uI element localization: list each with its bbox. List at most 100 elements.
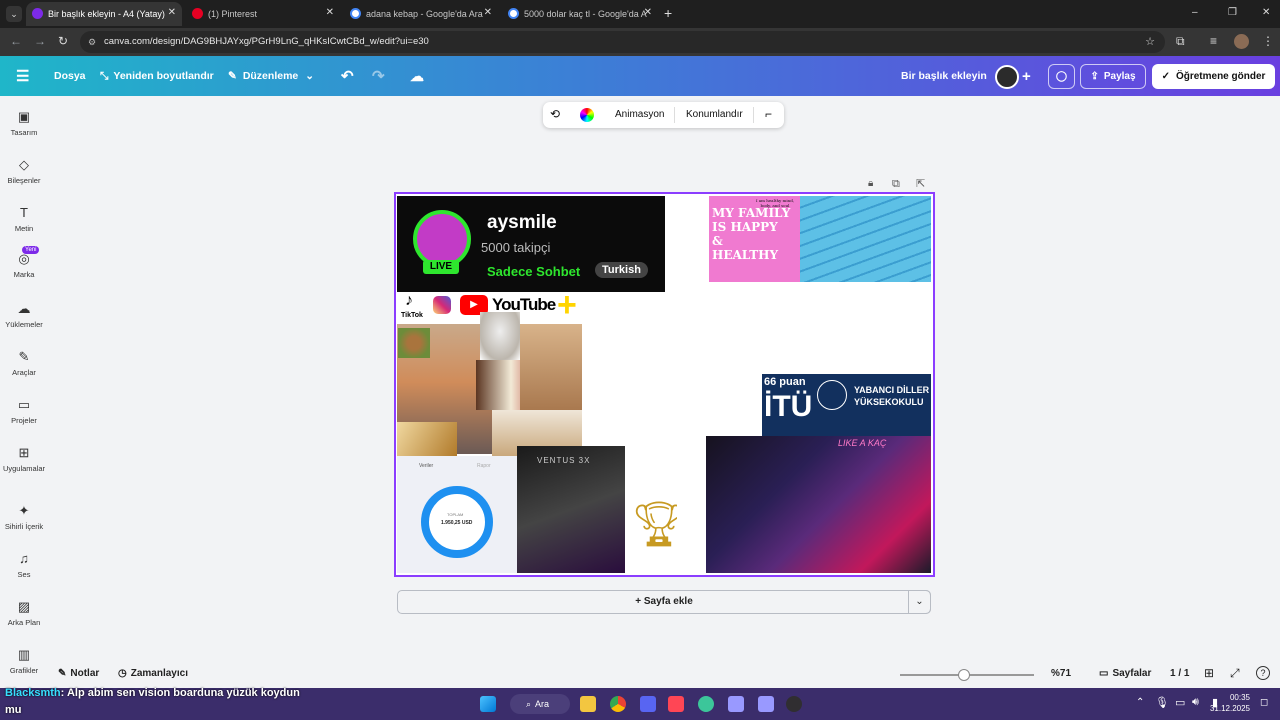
finance-dashboard-image[interactable]: Veriler Rapor TOPLAM 1.950,25 USD xyxy=(397,456,517,573)
help-icon[interactable]: ? xyxy=(1256,666,1270,680)
discord-icon[interactable] xyxy=(640,696,656,712)
notes-button[interactable]: ✎ Notlar xyxy=(58,668,99,679)
rail-item-uygulamalar[interactable]: ⊞ Uygulamalar xyxy=(0,446,48,474)
rail-item-marka[interactable]: ◎ Marka Yeni xyxy=(0,246,48,279)
rail-item-projeler[interactable]: ▭ Projeler xyxy=(0,398,48,426)
file-explorer-icon[interactable] xyxy=(580,696,596,712)
tab-google-1[interactable]: adana kebap - Google'da Ara ✕ xyxy=(344,2,498,26)
resize-button[interactable]: ⤡ Yeniden boyutlandır xyxy=(100,56,214,96)
new-tab-button[interactable]: + xyxy=(664,5,672,21)
app-icon[interactable] xyxy=(698,696,714,712)
notification-icon[interactable]: ◻ xyxy=(1260,697,1268,708)
lock-page-icon[interactable]: 🔒︎ xyxy=(868,178,873,189)
clock[interactable]: 00:35 31.12.2025 xyxy=(1204,692,1250,714)
undo-icon[interactable]: ↶ xyxy=(341,56,354,96)
premiere-icon[interactable] xyxy=(728,696,744,712)
profile-card-image[interactable]: LIVE aysmile 5000 takipçi Sadece Sohbet … xyxy=(397,196,665,292)
volume-icon[interactable]: 🔊︎ xyxy=(1192,696,1199,709)
rail-item-araçlar[interactable]: ✎ Araçlar xyxy=(0,350,48,378)
collaborator-avatar[interactable] xyxy=(995,65,1019,89)
close-tab-icon[interactable]: ✕ xyxy=(326,7,334,18)
duplicate-page-icon[interactable]: ⧉ xyxy=(892,178,900,191)
rail-item-sihirli-i̇çerik[interactable]: ✦ Sihirli İçerik xyxy=(0,503,48,532)
rail-item-metin[interactable]: T Metin xyxy=(0,206,48,234)
edit-mode-button[interactable]: ✎ Düzenleme ⌄ xyxy=(228,56,314,96)
zoom-slider[interactable] xyxy=(900,669,1034,681)
grid-view-icon[interactable]: ⊞ xyxy=(1204,666,1214,680)
rail-item-yüklemeler[interactable]: ☁ Yüklemeler xyxy=(0,302,48,330)
family-affirmation-image[interactable]: I am healthy mind, body, and soul MY FAM… xyxy=(709,196,800,282)
browser-menu-icon[interactable]: ⋮ xyxy=(1262,34,1274,48)
redo-icon[interactable]: ↷ xyxy=(372,56,385,96)
gpu-photo[interactable]: VENTUS 3X xyxy=(517,446,625,573)
tab-google-2[interactable]: 5000 dolar kaç tl - Google'da A ✕ xyxy=(502,2,658,26)
timer-button[interactable]: ◷ Zamanlayıcı xyxy=(118,668,188,679)
rail-item-tasarım[interactable]: ▣ Tasarım xyxy=(0,110,48,138)
menu-icon[interactable]: ☰ xyxy=(16,56,29,96)
cloud-save-icon[interactable]: ☁ xyxy=(410,56,424,96)
close-tab-icon[interactable]: ✕ xyxy=(168,7,176,18)
add-page-button[interactable]: + Sayfa ekle xyxy=(397,590,931,614)
rail-item-ses[interactable]: ♫ Ses xyxy=(0,552,48,580)
live-badge: LIVE xyxy=(423,260,459,274)
background-icon: ▨ xyxy=(17,599,31,614)
windows-start-icon[interactable] xyxy=(480,696,496,712)
reading-list-icon[interactable]: ≡ xyxy=(1210,34,1217,48)
swimming-pool-photo[interactable] xyxy=(800,196,931,282)
resize-icon: ⤡ xyxy=(100,69,109,82)
zoom-value[interactable]: %71 xyxy=(1051,668,1071,679)
minimize-button[interactable]: – xyxy=(1192,7,1198,18)
design-page[interactable]: LIVE aysmile 5000 takipçi Sadece Sohbet … xyxy=(394,192,935,577)
back-icon[interactable]: ← xyxy=(10,34,22,48)
send-to-teacher-button[interactable]: ✓ Öğretmene gönder xyxy=(1152,64,1275,89)
color-wheel-icon[interactable] xyxy=(580,108,594,122)
rail-item-grafikler[interactable]: ▥ Grafikler xyxy=(0,648,48,676)
tab-search-button[interactable]: ⌄ xyxy=(6,6,22,22)
network-icon[interactable]: ▭ xyxy=(1175,696,1185,709)
extensions-icon[interactable]: ⧉ xyxy=(1176,34,1185,49)
fullscreen-icon[interactable]: ⤢ xyxy=(1230,666,1240,681)
maximize-button[interactable]: ❐ xyxy=(1228,7,1237,18)
rail-item-arka-plan[interactable]: ▨ Arka Plan xyxy=(0,599,48,628)
dog-photo[interactable] xyxy=(480,312,520,360)
close-tab-icon[interactable]: ✕ xyxy=(484,7,492,18)
bookmark-star-icon[interactable]: ☆ xyxy=(1145,31,1155,53)
pages-button[interactable]: ▭ Sayfalar xyxy=(1099,668,1151,679)
add-page-options-icon[interactable]: ⌄ xyxy=(908,590,931,614)
reload-icon[interactable]: ↻ xyxy=(58,34,68,48)
taskbar-search[interactable]: ⌕ Ara xyxy=(510,694,570,714)
add-collaborator-icon[interactable]: + xyxy=(1022,56,1031,96)
nuts-photo[interactable] xyxy=(398,328,430,358)
magic-icon: ✦ xyxy=(18,503,30,518)
pastry-photo[interactable] xyxy=(397,422,457,456)
close-window-button[interactable]: ✕ xyxy=(1262,7,1270,18)
position-button[interactable]: Konumlandır xyxy=(686,109,743,120)
concert-collage-photo[interactable]: LIKE A KAÇ xyxy=(706,436,931,573)
add-page-icon[interactable]: ⇱ xyxy=(916,177,925,190)
forward-icon[interactable]: → xyxy=(34,34,46,48)
share-button[interactable]: ⇪ Paylaş xyxy=(1080,64,1146,89)
file-menu[interactable]: Dosya xyxy=(54,56,86,96)
mic-icon[interactable]: 🎙︎ xyxy=(1155,696,1169,709)
tray-chevron-icon[interactable]: ⌃ xyxy=(1136,697,1144,708)
trophy-photo[interactable]: 🏆︎ xyxy=(625,494,677,570)
address-bar[interactable]: ⚙ canva.com/design/DAG9BHJAYxg/PGrH9LnG_… xyxy=(80,31,1165,53)
after-effects-icon[interactable] xyxy=(758,696,774,712)
close-tab-icon[interactable]: ✕ xyxy=(644,7,652,18)
comments-button[interactable]: ◯ xyxy=(1048,64,1075,89)
tab-canva[interactable]: Bir başlık ekleyin - A4 (Yatay) ✕ xyxy=(26,2,182,26)
paint-roller-icon[interactable]: ⌐ xyxy=(765,107,772,121)
profile-avatar[interactable] xyxy=(1234,34,1249,49)
zoom-slider-thumb[interactable] xyxy=(958,669,971,681)
site-info-icon[interactable]: ⚙ xyxy=(88,31,96,53)
obs-icon[interactable] xyxy=(786,696,802,712)
tab-pinterest[interactable]: (1) Pinterest ✕ xyxy=(186,2,340,26)
itu-banner-image[interactable]: 66 puan İTÜ YABANCI DİLLER YÜKSEKOKULU xyxy=(762,374,931,436)
chrome-icon[interactable] xyxy=(610,696,626,712)
replace-icon[interactable]: ⟲ xyxy=(550,107,560,121)
rail-item-bileşenler[interactable]: ◇ Bileşenler xyxy=(0,158,48,186)
statue-photo[interactable] xyxy=(520,324,582,414)
valorant-icon[interactable] xyxy=(668,696,684,712)
design-title[interactable]: Bir başlık ekleyin xyxy=(901,56,987,96)
animation-button[interactable]: Animasyon xyxy=(615,109,664,120)
